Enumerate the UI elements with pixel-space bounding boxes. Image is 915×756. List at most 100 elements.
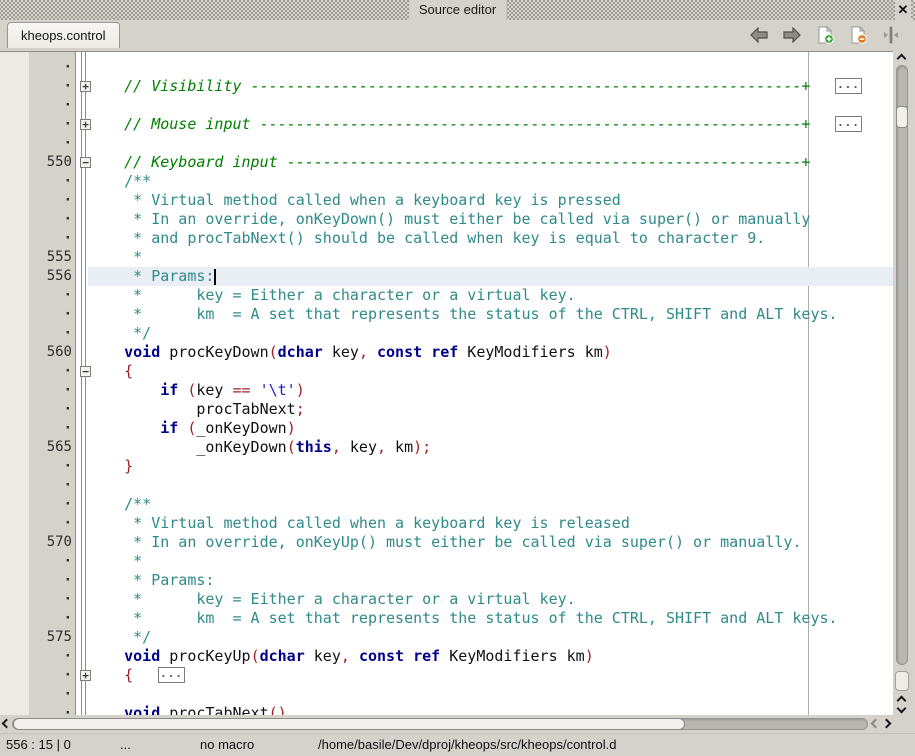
code-token: * and procTabNext() should be called whe…	[88, 229, 765, 247]
line-number[interactable]: ·	[0, 115, 72, 134]
code-token	[88, 381, 160, 399]
code-line[interactable]: * Virtual method called when a keyboard …	[88, 514, 630, 533]
line-number[interactable]: ·	[0, 590, 72, 609]
scroll-right-icon[interactable]	[882, 719, 892, 729]
code-token: ,	[359, 343, 368, 361]
line-number[interactable]: ·	[0, 77, 72, 96]
code-line[interactable]: void procTabNext()	[88, 704, 287, 715]
code-line[interactable]: * km = A set that represents the status …	[88, 305, 838, 324]
line-number[interactable]: ·	[0, 571, 72, 590]
code-token: * key = Either a character or a virtual …	[88, 590, 576, 608]
line-number[interactable]: ·	[0, 704, 72, 715]
line-number[interactable]: ·	[0, 229, 72, 248]
code-line[interactable]: * key = Either a character or a virtual …	[88, 590, 576, 609]
code-line[interactable]: procTabNext;	[88, 400, 305, 419]
line-number[interactable]: ·	[0, 476, 72, 495]
line-number[interactable]: ·	[0, 134, 72, 153]
code-token: ref	[413, 647, 440, 665]
line-number[interactable]: ·	[0, 495, 72, 514]
code-token	[88, 343, 124, 361]
editor-surface[interactable]: ··+ // Visibility ----------------------…	[0, 51, 893, 715]
line-number[interactable]: 560	[0, 343, 72, 362]
line-number[interactable]: 570	[0, 533, 72, 552]
line-number[interactable]: ·	[0, 552, 72, 571]
code-line[interactable]: *	[88, 248, 142, 267]
line-number[interactable]: ·	[0, 210, 72, 229]
code-line[interactable]: _onKeyDown(this, key, km);	[88, 438, 431, 457]
line-number[interactable]: 556	[0, 267, 72, 286]
code-line[interactable]: * In an override, onKeyDown() must eithe…	[88, 210, 810, 229]
line-number[interactable]: ·	[0, 58, 72, 77]
scroll-down-icon[interactable]	[897, 704, 907, 714]
line-number[interactable]: ·	[0, 647, 72, 666]
line-number[interactable]: ·	[0, 685, 72, 704]
tab-kheops-control[interactable]: kheops.control	[7, 22, 120, 48]
code-line[interactable]: * and procTabNext() should be called whe…	[88, 229, 765, 248]
code-token: * Params:	[88, 267, 214, 285]
line-number[interactable]: ·	[0, 381, 72, 400]
code-line[interactable]: {	[88, 362, 133, 381]
code-line[interactable]: /**	[88, 172, 151, 191]
vertical-scrollbar-endcap[interactable]	[895, 671, 909, 691]
close-icon[interactable]: ✕	[895, 0, 911, 20]
scroll-left-icon[interactable]	[871, 719, 881, 729]
code-line[interactable]: */	[88, 628, 151, 647]
line-number[interactable]: ·	[0, 362, 72, 381]
split-view-icon[interactable]	[881, 26, 901, 44]
code-line[interactable]: void procKeyDown(dchar key, const ref Ke…	[88, 343, 612, 362]
code-line[interactable]: }	[88, 457, 133, 476]
code-line[interactable]: * In an override, onKeyUp() must either …	[88, 533, 801, 552]
code-line[interactable]: /**	[88, 495, 151, 514]
collapsed-fold-box[interactable]: ...	[835, 78, 862, 94]
go-forward-icon[interactable]	[782, 26, 802, 44]
code-line[interactable]: * Params:	[88, 267, 214, 286]
line-number[interactable]: ·	[0, 191, 72, 210]
code-line[interactable]: if (key == '\t')	[88, 381, 305, 400]
line-number[interactable]: ·	[0, 324, 72, 343]
code-line[interactable]: {	[88, 666, 133, 685]
code-line[interactable]: void procKeyUp(dchar key, const ref KeyM…	[88, 647, 594, 666]
code-line[interactable]: */	[88, 324, 151, 343]
code-line[interactable]: // Visibility --------------------------…	[88, 77, 810, 96]
line-number[interactable]: ·	[0, 419, 72, 438]
line-number[interactable]: 550	[0, 153, 72, 172]
titlebar[interactable]: Source editor ✕	[0, 0, 915, 20]
go-back-icon[interactable]	[749, 26, 769, 44]
horizontal-scrollbar-thumb[interactable]	[13, 718, 685, 730]
line-number[interactable]: ·	[0, 305, 72, 324]
code-token: ,	[377, 438, 386, 456]
line-number[interactable]: ·	[0, 286, 72, 305]
line-number[interactable]: ·	[0, 457, 72, 476]
code-line[interactable]: * Params:	[88, 571, 214, 590]
line-number[interactable]: ·	[0, 609, 72, 628]
line-number[interactable]: ·	[0, 96, 72, 115]
scroll-left-icon[interactable]	[2, 719, 12, 729]
line-number[interactable]: ·	[0, 400, 72, 419]
scroll-up-icon[interactable]	[897, 54, 907, 64]
new-document-icon[interactable]	[815, 26, 835, 44]
code-line[interactable]: * km = A set that represents the status …	[88, 609, 838, 628]
close-document-icon[interactable]	[848, 26, 868, 44]
code-token	[350, 647, 359, 665]
line-number[interactable]: 575	[0, 628, 72, 647]
line-number[interactable]: ·	[0, 666, 72, 685]
code-token: ;	[296, 400, 305, 418]
line-number[interactable]: ·	[0, 514, 72, 533]
code-line[interactable]: if (_onKeyDown)	[88, 419, 296, 438]
line-number[interactable]: ·	[0, 172, 72, 191]
line-number[interactable]: 565	[0, 438, 72, 457]
code-line[interactable]: // Mouse input -------------------------…	[88, 115, 810, 134]
code-line[interactable]: * Virtual method called when a keyboard …	[88, 191, 621, 210]
collapsed-fold-box[interactable]: ...	[158, 667, 185, 683]
line-number[interactable]: 555	[0, 248, 72, 267]
code-token: procTabNext	[88, 400, 296, 418]
code-line[interactable]: // Keyboard input ----------------------…	[88, 153, 810, 172]
code-line[interactable]: *	[88, 552, 142, 571]
vertical-scrollbar[interactable]	[893, 51, 911, 715]
horizontal-scrollbar[interactable]	[0, 715, 893, 733]
vertical-scrollbar-thumb[interactable]	[896, 106, 908, 128]
file-path: /home/basile/Dev/dproj/kheops/src/kheops…	[318, 734, 616, 756]
vertical-scrollbar-track[interactable]	[896, 65, 908, 665]
collapsed-fold-box[interactable]: ...	[835, 116, 862, 132]
code-line[interactable]: * key = Either a character or a virtual …	[88, 286, 576, 305]
